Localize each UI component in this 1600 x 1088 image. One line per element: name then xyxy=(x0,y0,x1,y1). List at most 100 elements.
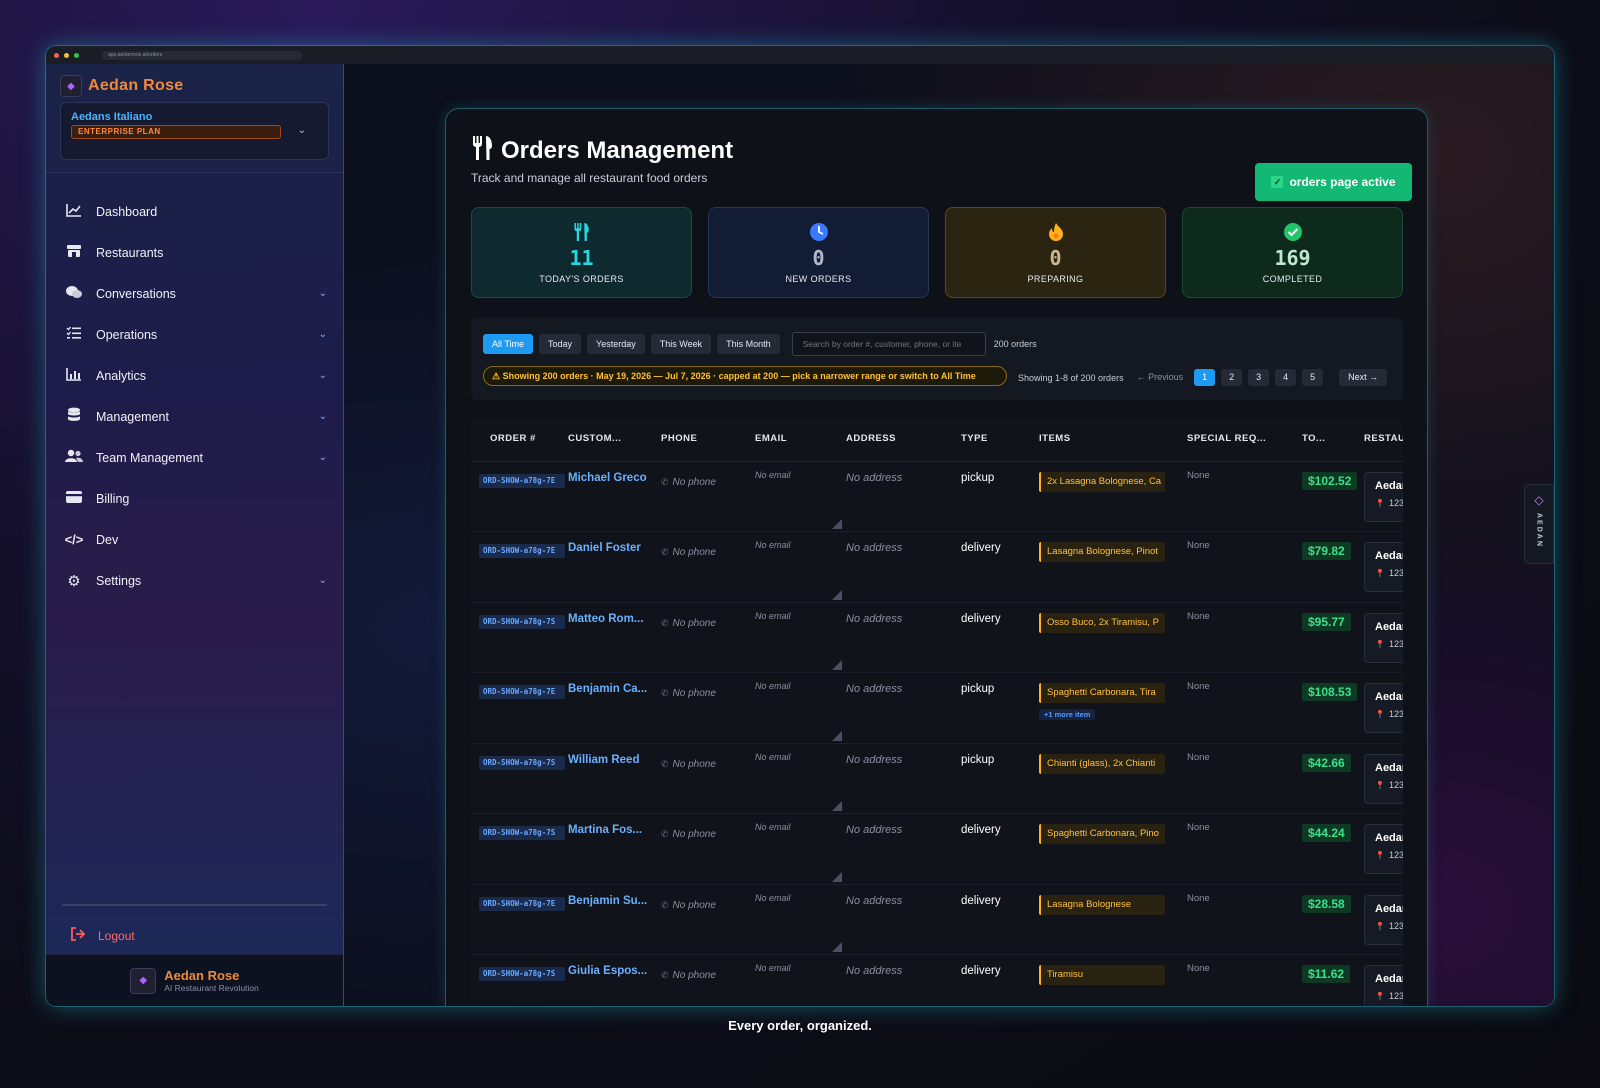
resize-handle-icon[interactable] xyxy=(832,660,842,670)
cell-restaurant: Aedans 📍123 I xyxy=(1364,954,1403,1006)
chevron-down-icon[interactable]: ⌄ xyxy=(298,125,306,136)
table-row[interactable]: ORD-SHOW-a78g-7S Martina Fos... ✆ No phon… xyxy=(471,813,1403,885)
sidebar-item-analytics[interactable]: Analytics ⌄ xyxy=(46,355,343,396)
order-number[interactable]: ORD-SHOW-a78g-7S xyxy=(479,967,565,981)
chevron-down-icon[interactable]: ⌄ xyxy=(319,329,327,340)
restaurant-card[interactable]: Aedans 📍123 I xyxy=(1364,965,1403,1006)
resize-handle-icon[interactable] xyxy=(832,730,842,741)
column-header-phone[interactable]: PHONE xyxy=(661,417,755,462)
stat-card-new-orders[interactable]: 0 NEW ORDERS xyxy=(708,207,929,298)
resize-handle-icon[interactable] xyxy=(832,801,842,811)
chevron-down-icon[interactable]: ⌄ xyxy=(319,411,327,422)
order-number[interactable]: ORD-SHOW-a78g-7S xyxy=(479,826,565,840)
cell-special-requests: None xyxy=(1187,672,1302,744)
tenant-switcher[interactable]: Aedans Italiano ENTERPRISE PLAN ⌄ xyxy=(60,102,329,160)
sidebar-item-team-management[interactable]: Team Management ⌄ xyxy=(46,437,343,478)
chevron-down-icon[interactable]: ⌄ xyxy=(319,452,327,463)
sidebar-item-settings[interactable]: ⚙ Settings ⌄ xyxy=(46,560,343,601)
restaurant-card[interactable]: Aedans 📍123 I xyxy=(1364,471,1403,522)
customer-name[interactable]: Giulia Espos... xyxy=(568,965,661,977)
table-row[interactable]: ORD-SHOW-a78g-7E Michael Greco ✆ No phone… xyxy=(471,461,1403,532)
column-header-items[interactable]: ITEMS xyxy=(1039,417,1187,462)
filter-all-time-button[interactable]: All Time xyxy=(483,334,534,354)
chevron-down-icon[interactable]: ⌄ xyxy=(319,575,327,586)
sidebar-item-conversations[interactable]: Conversations ⌄ xyxy=(46,273,343,314)
resize-handle-icon[interactable] xyxy=(832,871,842,882)
table-row[interactable]: ORD-SHOW-a78g-7E Benjamin Ca... ✆ No phon… xyxy=(471,672,1403,744)
cell-customer: Daniel Foster xyxy=(568,531,661,603)
order-number[interactable]: ORD-SHOW-a78g-7E xyxy=(479,544,565,558)
column-header-address[interactable]: ADDRESS xyxy=(846,417,961,462)
close-dot-icon[interactable] xyxy=(54,52,59,58)
table-row[interactable]: ORD-SHOW-a78g-7E Benjamin Su... ✆ No phon… xyxy=(471,884,1403,955)
restaurant-card[interactable]: Aedans 📍123 I xyxy=(1364,894,1403,945)
column-header-order[interactable]: ORDER # xyxy=(471,417,568,462)
resize-handle-icon[interactable] xyxy=(832,519,842,529)
filter-this-month-button[interactable]: This Month xyxy=(717,334,780,354)
order-number[interactable]: ORD-SHOW-a78g-7S xyxy=(479,614,565,629)
minimize-dot-icon[interactable] xyxy=(64,52,69,58)
filter-today-button[interactable]: Today xyxy=(539,334,582,354)
table-row[interactable]: ORD-SHOW-a78g-7S Giulia Espos... ✆ No pho… xyxy=(471,954,1403,1006)
column-header-customer[interactable]: CUSTOM... xyxy=(568,417,661,462)
customer-name[interactable]: Benjamin Ca... xyxy=(568,683,661,695)
more-items-badge[interactable]: +1 more item xyxy=(1039,709,1096,720)
stat-card-completed[interactable]: 169 COMPLETED xyxy=(1182,207,1403,298)
sidebar-item-billing[interactable]: Billing xyxy=(46,478,343,519)
order-number[interactable]: ORD-SHOW-a78g-7E xyxy=(479,473,565,488)
page-button-3[interactable]: 3 xyxy=(1248,369,1270,386)
column-header-email[interactable]: EMAIL xyxy=(755,417,846,462)
stat-card-todays-orders[interactable]: 11 TODAY'S ORDERS xyxy=(471,207,692,298)
column-header-type[interactable]: TYPE xyxy=(961,417,1039,462)
filter-yesterday-button[interactable]: Yesterday xyxy=(587,334,645,354)
sidebar-item-restaurants[interactable]: Restaurants xyxy=(46,232,343,273)
customer-name[interactable]: Martina Fos... xyxy=(568,824,661,836)
table-row[interactable]: ORD-SHOW-a78g-7S William Reed ✆ No phone … xyxy=(471,743,1403,814)
table-row[interactable]: ORD-SHOW-a78g-7S Matteo Rom... ✆ No phone… xyxy=(471,602,1403,673)
column-header-restaurant[interactable]: RESTAU xyxy=(1364,417,1403,462)
column-header-total[interactable]: TO... xyxy=(1302,417,1364,462)
page-button-1[interactable]: 1 xyxy=(1194,369,1216,386)
special-request-value: None xyxy=(1187,892,1210,904)
sidebar-item-operations[interactable]: Operations ⌄ xyxy=(46,314,343,355)
restaurant-card[interactable]: Aedans 📍123 I xyxy=(1364,824,1403,874)
cell-phone: ✆ No phone xyxy=(661,531,755,603)
customer-name[interactable]: Matteo Rom... xyxy=(568,613,661,625)
order-number[interactable]: ORD-SHOW-a78g-7S xyxy=(479,755,565,770)
sidebar-item-dashboard[interactable]: Dashboard xyxy=(46,191,343,232)
table-row[interactable]: ORD-SHOW-a78g-7E Daniel Foster ✆ No phone… xyxy=(471,531,1403,603)
brand-header[interactable]: ◆ Aedan Rose xyxy=(46,64,343,98)
chevron-down-icon[interactable]: ⌄ xyxy=(319,288,327,299)
restaurant-card[interactable]: Aedans 📍123 I xyxy=(1364,612,1403,663)
sidebar-item-dev[interactable]: </> Dev xyxy=(46,519,343,560)
main-content: Orders Management Track and manage all r… xyxy=(344,64,1554,1006)
page-button-4[interactable]: 4 xyxy=(1275,369,1297,386)
restaurant-card[interactable]: Aedans 📍123 I xyxy=(1364,753,1403,804)
resize-handle-icon[interactable] xyxy=(832,942,842,952)
customer-name[interactable]: William Reed xyxy=(568,754,661,766)
maximize-dot-icon[interactable] xyxy=(74,52,79,58)
order-search-input[interactable] xyxy=(791,332,986,356)
page-title: Orders Management xyxy=(501,137,734,164)
customer-name[interactable]: Benjamin Su... xyxy=(568,895,661,907)
aedan-side-tab[interactable]: ◇ AEDAN xyxy=(1524,484,1554,564)
restaurant-card[interactable]: Aedans 📍123 I xyxy=(1364,542,1403,592)
restaurant-address: 📍123 I xyxy=(1375,850,1403,860)
next-page-button[interactable]: Next → xyxy=(1339,369,1388,386)
stat-card-preparing[interactable]: 0 PREPARING xyxy=(945,207,1166,298)
order-number[interactable]: ORD-SHOW-a78g-7E xyxy=(479,685,565,699)
page-button-2[interactable]: 2 xyxy=(1221,369,1243,386)
customer-name[interactable]: Michael Greco xyxy=(568,472,661,484)
filter-this-week-button[interactable]: This Week xyxy=(650,334,712,354)
sidebar-item-management[interactable]: Management ⌄ xyxy=(46,396,343,437)
page-button-5[interactable]: 5 xyxy=(1302,369,1324,386)
restaurant-card[interactable]: Aedans 📍123 I xyxy=(1364,683,1403,733)
column-header-special-requests[interactable]: SPECIAL REQ... xyxy=(1187,417,1302,462)
customer-name[interactable]: Daniel Foster xyxy=(568,542,661,554)
previous-page-button[interactable]: ← Previous xyxy=(1132,369,1189,386)
resize-handle-icon[interactable] xyxy=(832,589,842,600)
order-number[interactable]: ORD-SHOW-a78g-7E xyxy=(479,896,565,911)
chevron-down-icon[interactable]: ⌄ xyxy=(319,370,327,381)
url-bar[interactable]: app.aedanrose.ai/orders xyxy=(102,50,302,60)
logout-button[interactable]: Logout xyxy=(70,927,135,944)
